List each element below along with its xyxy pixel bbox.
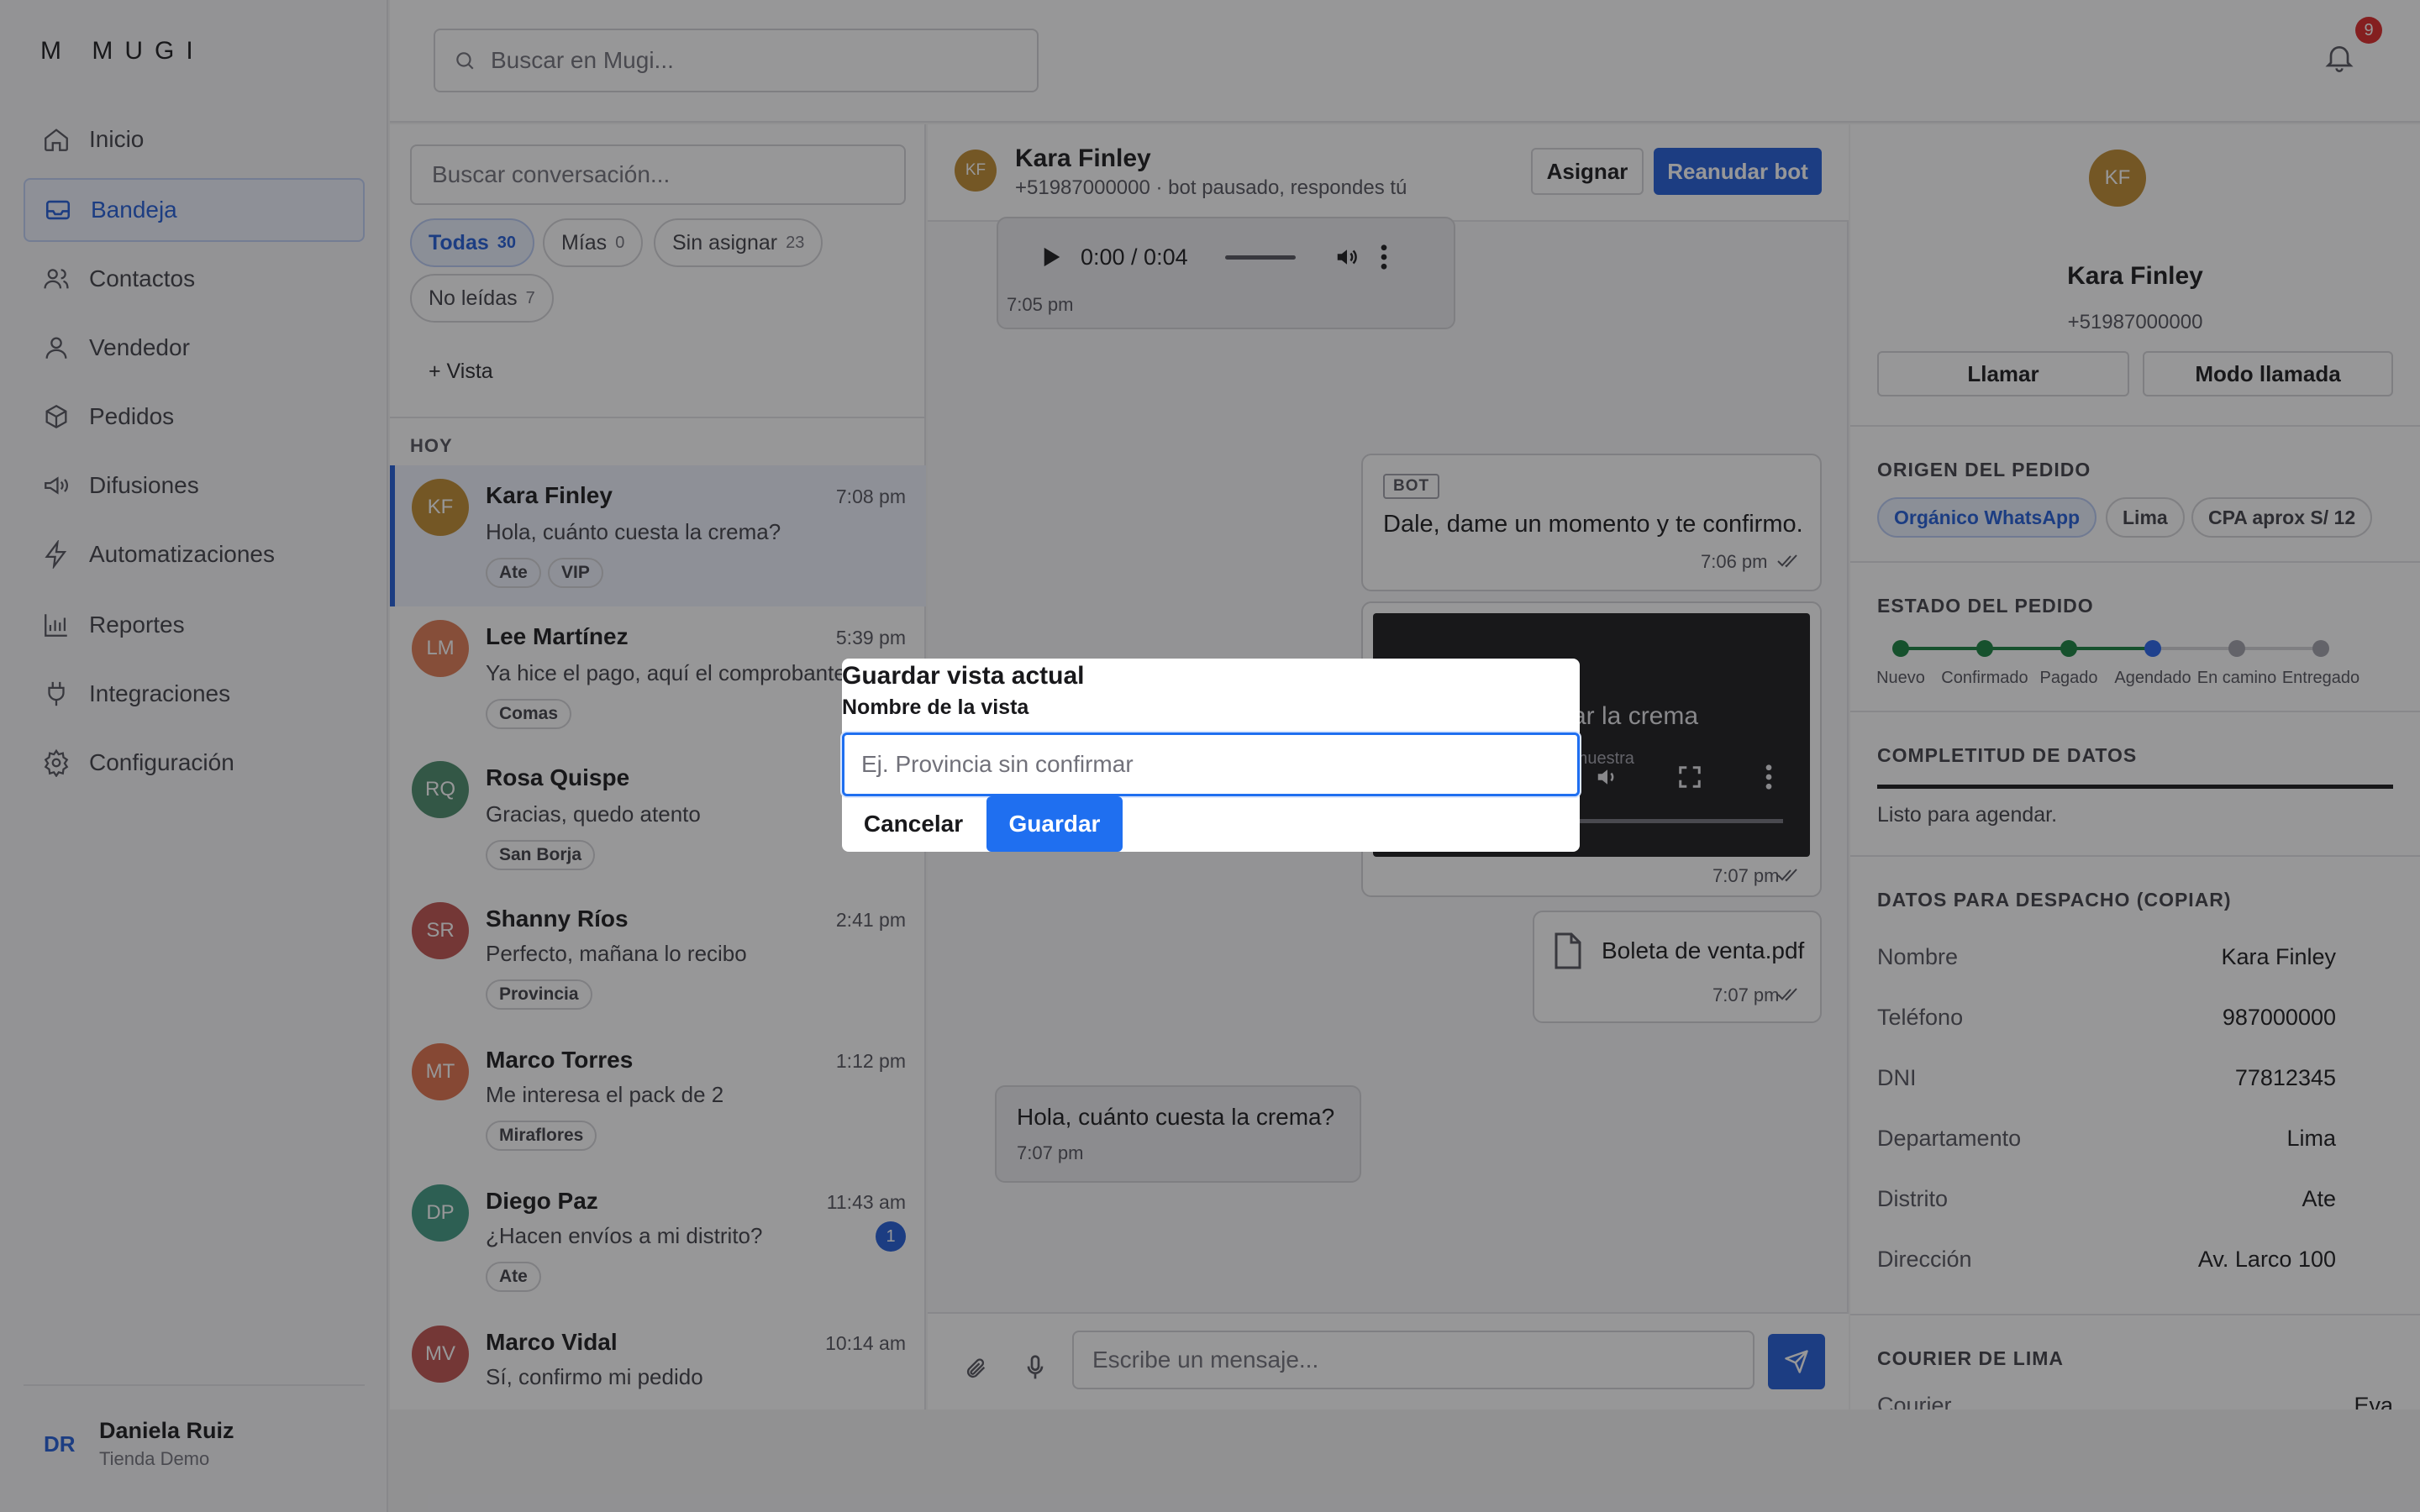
view-name-input[interactable]: Ej. Provincia sin confirmar xyxy=(842,732,1580,796)
cancel-button[interactable]: Cancelar xyxy=(842,796,985,852)
view-name-label: Nombre de la vista xyxy=(842,696,1029,719)
view-name-placeholder: Ej. Provincia sin confirmar xyxy=(861,751,1134,777)
dialog-title: Guardar vista actual xyxy=(842,662,1085,690)
save-button[interactable]: Guardar xyxy=(986,796,1123,852)
